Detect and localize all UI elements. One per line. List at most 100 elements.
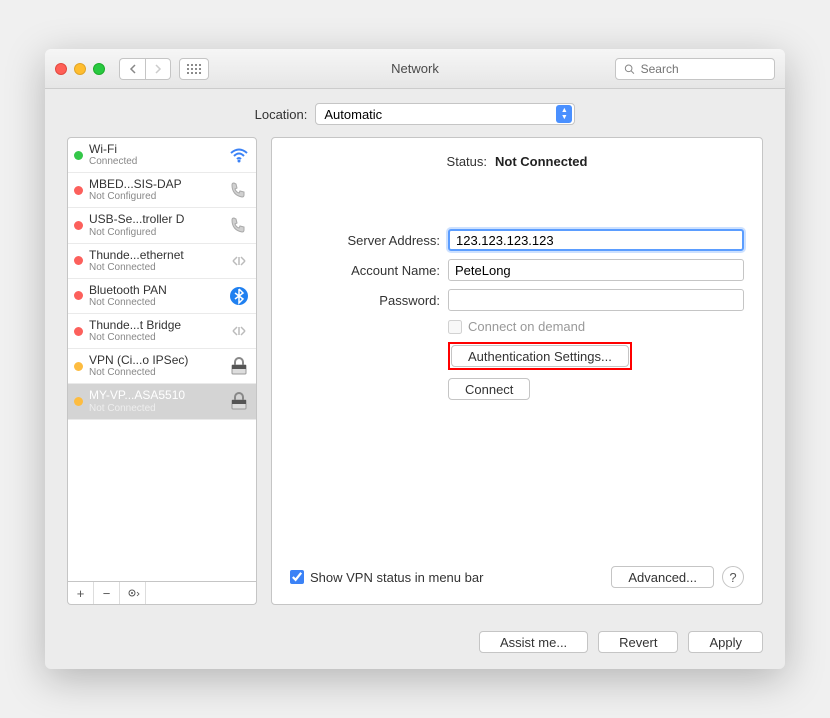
network-actions-button[interactable] xyxy=(120,582,146,604)
network-text: MY-VP...ASA5510Not Connected xyxy=(89,389,222,413)
connect-row: Connect xyxy=(448,378,744,400)
network-status: Not Connected xyxy=(89,297,222,308)
network-status: Not Connected xyxy=(89,403,222,414)
titlebar: Network xyxy=(45,49,785,89)
vpn-icon xyxy=(228,355,250,377)
status-row: Status: Not Connected xyxy=(290,154,744,169)
network-item[interactable]: MY-VP...ASA5510Not Connected xyxy=(68,384,256,419)
main-area: Wi-FiConnected MBED...SIS-DAPNot Configur… xyxy=(67,137,763,605)
show-vpn-checkbox-row[interactable]: Show VPN status in menu bar xyxy=(290,570,483,585)
network-text: USB-Se...troller DNot Configured xyxy=(89,213,222,237)
traffic-lights xyxy=(55,63,105,75)
location-select[interactable]: Automatic ▲▼ xyxy=(315,103,575,125)
status-dot-icon xyxy=(74,186,83,195)
server-address-input[interactable] xyxy=(448,229,744,251)
network-item[interactable]: Thunde...ethernetNot Connected xyxy=(68,244,256,279)
detail-panel: Status: Not Connected Server Address: Ac… xyxy=(271,137,763,605)
revert-button[interactable]: Revert xyxy=(598,631,678,653)
phone-icon xyxy=(228,214,250,236)
grid-icon xyxy=(187,64,201,74)
location-label: Location: xyxy=(255,107,308,122)
network-status: Connected xyxy=(89,156,222,167)
network-name: VPN (Ci...o IPSec) xyxy=(89,354,222,367)
forward-button[interactable] xyxy=(145,58,171,80)
status-dot-icon xyxy=(74,327,83,336)
status-dot-icon xyxy=(74,291,83,300)
close-window-button[interactable] xyxy=(55,63,67,75)
zoom-window-button[interactable] xyxy=(93,63,105,75)
network-text: Thunde...ethernetNot Connected xyxy=(89,249,222,273)
bluetooth-icon xyxy=(228,285,250,307)
nav-buttons xyxy=(119,58,171,80)
network-item[interactable]: Thunde...t BridgeNot Connected xyxy=(68,314,256,349)
account-name-input[interactable] xyxy=(448,259,744,281)
show-vpn-checkbox[interactable] xyxy=(290,570,304,584)
network-item[interactable]: Wi-FiConnected xyxy=(68,138,256,173)
network-item[interactable]: USB-Se...troller DNot Configured xyxy=(68,208,256,243)
apply-button[interactable]: Apply xyxy=(688,631,763,653)
network-name: Bluetooth PAN xyxy=(89,284,222,297)
gear-icon xyxy=(126,587,140,599)
select-arrows-icon: ▲▼ xyxy=(556,105,572,123)
add-network-button[interactable]: + xyxy=(68,582,94,604)
location-row: Location: Automatic ▲▼ xyxy=(67,103,763,125)
password-row: Password: xyxy=(290,289,744,311)
network-item[interactable]: VPN (Ci...o IPSec)Not Connected xyxy=(68,349,256,384)
status-value: Not Connected xyxy=(495,154,587,169)
wifi-icon xyxy=(228,144,250,166)
network-status: Not Connected xyxy=(89,367,222,378)
status-dot-icon xyxy=(74,221,83,230)
search-input[interactable] xyxy=(641,62,766,76)
assist-me-button[interactable]: Assist me... xyxy=(479,631,588,653)
vpn-icon xyxy=(228,390,250,412)
password-input[interactable] xyxy=(448,289,744,311)
search-field[interactable] xyxy=(615,58,775,80)
chevron-right-icon xyxy=(154,64,162,74)
network-item[interactable]: Bluetooth PANNot Connected xyxy=(68,279,256,314)
location-value: Automatic xyxy=(324,107,382,122)
network-text: Bluetooth PANNot Connected xyxy=(89,284,222,308)
phone-icon xyxy=(228,179,250,201)
minimize-window-button[interactable] xyxy=(74,63,86,75)
network-text: MBED...SIS-DAPNot Configured xyxy=(89,178,222,202)
status-dot-icon xyxy=(74,362,83,371)
search-icon xyxy=(624,63,635,75)
show-vpn-label: Show VPN status in menu bar xyxy=(310,570,483,585)
status-label: Status: xyxy=(447,154,487,169)
account-label: Account Name: xyxy=(290,263,440,278)
ethernet-icon xyxy=(228,250,250,272)
network-status: Not Connected xyxy=(89,262,222,273)
network-name: Wi-Fi xyxy=(89,143,222,156)
advanced-button[interactable]: Advanced... xyxy=(611,566,714,588)
connect-button[interactable]: Connect xyxy=(448,378,530,400)
password-label: Password: xyxy=(290,293,440,308)
help-button[interactable]: ? xyxy=(722,566,744,588)
show-all-button[interactable] xyxy=(179,58,209,80)
network-text: Thunde...t BridgeNot Connected xyxy=(89,319,222,343)
back-button[interactable] xyxy=(119,58,145,80)
sidebar-toolbar: + − xyxy=(67,582,257,605)
network-name: Thunde...ethernet xyxy=(89,249,222,262)
network-item[interactable]: MBED...SIS-DAPNot Configured xyxy=(68,173,256,208)
network-preferences-window: Network Location: Automatic ▲▼ Wi-FiConn… xyxy=(45,49,785,669)
network-status: Not Connected xyxy=(89,332,222,343)
auth-settings-row: Authentication Settings... xyxy=(448,342,744,370)
auth-settings-highlight: Authentication Settings... xyxy=(448,342,632,370)
window-body: Location: Automatic ▲▼ Wi-FiConnected MBE… xyxy=(45,89,785,619)
connect-on-demand-checkbox xyxy=(448,320,462,334)
remove-network-button[interactable]: − xyxy=(94,582,120,604)
account-row: Account Name: xyxy=(290,259,744,281)
network-list[interactable]: Wi-FiConnected MBED...SIS-DAPNot Configur… xyxy=(67,137,257,582)
status-dot-icon xyxy=(74,151,83,160)
status-dot-icon xyxy=(74,397,83,406)
authentication-settings-button[interactable]: Authentication Settings... xyxy=(451,345,629,367)
network-name: USB-Se...troller D xyxy=(89,213,222,226)
connect-demand-row: Connect on demand xyxy=(448,319,744,334)
network-status: Not Configured xyxy=(89,227,222,238)
network-text: Wi-FiConnected xyxy=(89,143,222,167)
status-dot-icon xyxy=(74,256,83,265)
network-name: Thunde...t Bridge xyxy=(89,319,222,332)
network-sidebar: Wi-FiConnected MBED...SIS-DAPNot Configur… xyxy=(67,137,257,605)
ethernet-icon xyxy=(228,320,250,342)
chevron-left-icon xyxy=(129,64,137,74)
